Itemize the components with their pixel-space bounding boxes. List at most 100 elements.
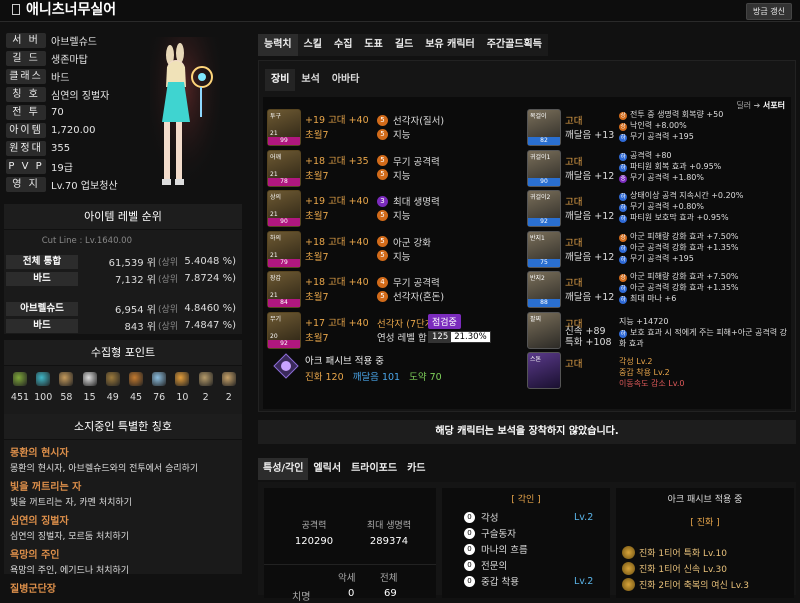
effect-text: 아군 공격력 강화 효과 +1.35% (630, 243, 739, 252)
rank-value: 6,954 위 (78, 301, 156, 316)
collect-item[interactable]: 2 (195, 372, 217, 403)
grade-dot: 상 (619, 112, 627, 120)
accessory-effect: 하무기 공격력 +195 (619, 131, 723, 142)
engraving-row[interactable]: 0마나의 흐름 (464, 542, 528, 556)
hp-label: 최대 생명력 (354, 518, 424, 531)
accessory-effect: 하최대 마나 +6 (619, 293, 739, 304)
effect-text: 보호 효과 시 적에게 주는 피해+아군 공격력 강화 효과 (619, 328, 787, 348)
effect-text: 전투 중 생명력 회복량 +50 (630, 110, 723, 119)
collect-count: 15 (79, 392, 101, 403)
tab-0[interactable]: 장비 (265, 69, 295, 91)
effect-text: 무기 공격력 +1.80% (630, 173, 704, 182)
collect-item[interactable]: 58 (55, 372, 77, 403)
collect-item[interactable]: 45 (125, 372, 147, 403)
accessory-row[interactable]: 팔찌고대신속 +89 특화 +108지능 +14720하보호 효과 시 적에게 … (527, 312, 791, 350)
top-bar: 애니츠너무실어 방금 갱신 (0, 0, 800, 22)
ark-passive-summary: 아크 패시브 적용 중 진화 120 깨달음 101 도약 70 (267, 347, 523, 389)
collect-item[interactable]: 2 (218, 372, 240, 403)
ark-node-text: 진화 1티어 특화 Lv.10 (639, 546, 727, 559)
collect-item[interactable]: 10 (171, 372, 193, 403)
ark-node[interactable]: 진화 1티어 특화 Lv.10 (622, 546, 727, 559)
ark-node[interactable]: 진화 1티어 신속 Lv.30 (622, 562, 727, 575)
tab-1[interactable]: 보석 (295, 69, 325, 91)
accessory-bonus: 깨달음 +12 (565, 289, 614, 303)
engraving-row[interactable]: 0전문의 (464, 558, 507, 572)
tab-2[interactable]: 트라이포드 (346, 458, 402, 480)
tab-0[interactable]: 능력치 (258, 34, 298, 56)
engraving-stone-count: 0 (464, 528, 475, 539)
collect-item[interactable]: 100 (32, 372, 54, 403)
bookmark-icon[interactable] (12, 4, 20, 15)
tab-2[interactable]: 수집 (328, 34, 358, 56)
accessory-effect: 이동속도 감소 Lv.0 (619, 378, 684, 389)
tab-3[interactable]: 카드 (402, 458, 430, 480)
accessory-effect: 상전투 중 생명력 회복량 +50 (619, 109, 723, 120)
engraving-box: [ 각인 ] 0각성Lv.20구슬동자0마나의 흐름0전문의0중갑 착용Lv.2 (442, 488, 610, 598)
profile-key: 칭 호 (6, 87, 46, 102)
engraving-row[interactable]: 0중갑 착용Lv.2 (464, 574, 519, 588)
grade-dot: 하 (619, 134, 627, 142)
accessory-row[interactable]: 목걸이82고대깨달음 +13상전투 중 생명력 회복량 +50상낙인력 +8.0… (527, 109, 791, 147)
refresh-button[interactable]: 방금 갱신 (746, 3, 792, 20)
effect-text: 낙인력 +8.00% (630, 121, 687, 130)
accessory-bonus: 깨달음 +13 (565, 127, 614, 141)
tab-6[interactable]: 주간골드획득 (481, 34, 548, 56)
accessory-effect: 상낙인력 +8.00% (619, 120, 723, 131)
equip-row[interactable]: 투구2199+19 고대 +40초월75선각자(질서)5지능 (263, 109, 523, 147)
mokoko-seed-icon (83, 372, 97, 386)
equip-row[interactable]: 무기2092+17 고대 +40초월7선각자 (7단계)연성 레벨 합 47점검… (263, 312, 523, 350)
tab-4[interactable]: 길드 (389, 34, 419, 56)
accessory-slot: 스톤 (530, 354, 541, 363)
profile-row: 클래스바드 (6, 68, 156, 84)
tab-2[interactable]: 아바타 (326, 69, 366, 91)
tab-5[interactable]: 보유 캐릭터 (419, 34, 480, 56)
equip-row[interactable]: 어깨2178+18 고대 +35초월75무기 공격력5지능 (263, 150, 523, 188)
equip-row[interactable]: 상의2190+19 고대 +40초월73최대 생명력5지능 (263, 190, 523, 228)
stat-box: 공격력 최대 생명력 120290 289374 악세 전체 치명 0 69 (264, 488, 436, 598)
crit-label: 치명 (292, 588, 310, 603)
accessory-row[interactable]: 귀걸이190고대깨달음 +12하공격력 +80하파티원 회복 효과 +0.95%… (527, 150, 791, 188)
tab-1[interactable]: 스킬 (298, 34, 328, 56)
equip-row[interactable]: 하의2179+18 고대 +40초월75아군 강화5지능 (263, 231, 523, 269)
collect-item[interactable]: 15 (79, 372, 101, 403)
col-total: 전체 (380, 570, 397, 584)
engraving-name: 중갑 착용 (481, 574, 519, 588)
ark-node[interactable]: 진화 2티어 축복의 여신 Lv.3 (622, 578, 749, 591)
tab-0[interactable]: 특성/각인 (258, 458, 308, 480)
titles-title: 소지중인 특별한 칭호 (4, 414, 242, 440)
accessory-row[interactable]: 반지175고대깨달음 +12상아군 피해량 강화 효과 +7.50%하아군 공격… (527, 231, 791, 269)
profile-row: P V P19급 (6, 158, 156, 174)
tab-3[interactable]: 도표 (358, 34, 388, 56)
engraving-row[interactable]: 0구슬동자 (464, 526, 516, 540)
accessory-bonus: 깨달음 +12 (565, 208, 614, 222)
elixir-name: 지능 (393, 127, 410, 141)
collect-item[interactable]: 451 (9, 372, 31, 403)
grade-dot: 하 (619, 164, 627, 172)
sub-tabs: 장비보석아바타 (265, 69, 365, 91)
accessory-grade: 고대 (565, 235, 582, 249)
equip-transcend: 초월7 (305, 127, 329, 141)
accessory-grade: 고대 (565, 113, 582, 127)
effect-text: 아군 피해량 강화 효과 +7.50% (630, 232, 739, 241)
elixir-effect: 5아군 강화 (377, 235, 431, 249)
collect-item[interactable]: 76 (148, 372, 170, 403)
accessory-row[interactable]: 귀걸이292고대깨달음 +12하상태이상 공격 지속시간 +0.20%하무기 공… (527, 190, 791, 228)
rank-label: 아브렐슈드 (6, 302, 78, 316)
equip-slot: 하의 (270, 233, 281, 242)
collect-item[interactable]: 49 (102, 372, 124, 403)
elixir-name: 지능 (393, 208, 410, 222)
grade-dot: 하 (619, 256, 627, 264)
collect-count: 58 (55, 392, 77, 403)
world-tree-leaf-icon (152, 372, 166, 386)
equip-row[interactable]: 장갑2184+18 고대 +40초월74무기 공격력5선각자(혼돈) (263, 271, 523, 309)
equip-slot: 어깨 (270, 152, 281, 161)
engraving-row[interactable]: 0각성Lv.2 (464, 510, 498, 524)
engraving-name: 전문의 (481, 558, 507, 572)
character-portrait (150, 37, 220, 207)
accessory-row[interactable]: 반지288고대깨달음 +12상아군 피해량 강화 효과 +7.50%하아군 공격… (527, 271, 791, 309)
rank-label: 바드 (6, 272, 78, 286)
profile-value: Lv.70 업보청산 (51, 177, 118, 192)
tab-1[interactable]: 엘릭서 (308, 458, 346, 480)
accessory-bonus: 깨달음 +12 (565, 168, 614, 182)
accessory-row[interactable]: 스톤고대각성 Lv.2중갑 착용 Lv.2이동속도 감소 Lv.0 (527, 352, 791, 390)
